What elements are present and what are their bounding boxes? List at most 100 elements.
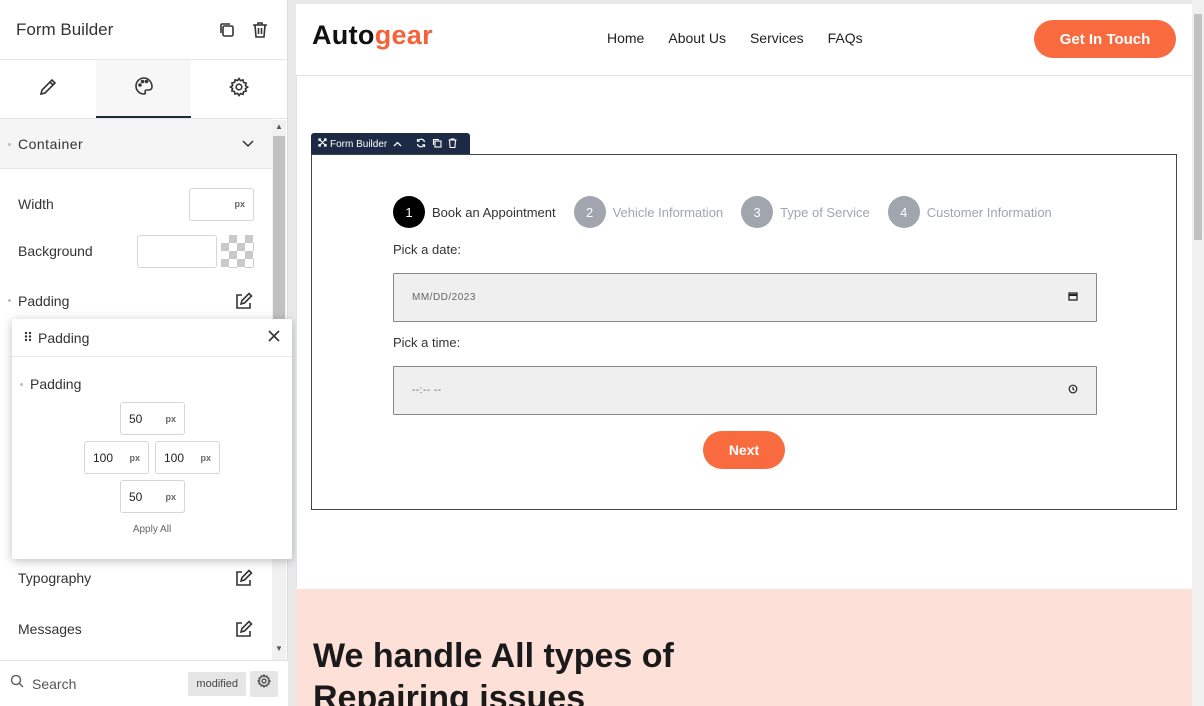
bullet-dot bbox=[8, 299, 11, 302]
padding-popup: Padding Padding 50 px 100 px 100 px 50 p… bbox=[12, 319, 292, 559]
form-builder-widget[interactable]: 1 Book an Appointment 2 Vehicle Informat… bbox=[311, 154, 1177, 510]
logo-text-primary: Auto bbox=[312, 20, 375, 50]
padding-bottom-unit: px bbox=[165, 491, 176, 502]
preview-scroll-thumb[interactable] bbox=[1194, 14, 1202, 240]
padding-right-value: 100 bbox=[164, 450, 185, 465]
close-icon[interactable] bbox=[268, 329, 280, 347]
scroll-down-arrow[interactable]: ▼ bbox=[275, 644, 283, 653]
nav-services[interactable]: Services bbox=[750, 30, 804, 46]
preview-scrollbar[interactable] bbox=[1192, 0, 1204, 706]
step-label: Type of Service bbox=[780, 204, 870, 220]
step-number: 1 bbox=[393, 196, 425, 228]
step-number: 3 bbox=[741, 196, 774, 228]
gear-icon bbox=[256, 673, 272, 693]
clock-icon[interactable] bbox=[1068, 384, 1078, 397]
chevron-down-icon bbox=[242, 135, 254, 153]
pencil-icon bbox=[38, 77, 58, 102]
date-value: MM/DD/2023 bbox=[412, 292, 476, 303]
site-logo[interactable]: Autogear bbox=[312, 20, 433, 51]
widget-toolbar-label: Form Builder bbox=[330, 138, 388, 150]
tab-content[interactable] bbox=[0, 60, 96, 118]
chevron-up-icon[interactable] bbox=[393, 139, 402, 150]
padding-top-unit: px bbox=[165, 413, 176, 424]
footer-settings-button[interactable] bbox=[250, 670, 278, 697]
expand-icon[interactable] bbox=[318, 138, 327, 150]
nav-faqs[interactable]: FAQs bbox=[828, 30, 863, 46]
padding-right-input[interactable]: 100 px bbox=[155, 441, 220, 474]
background-row: Background bbox=[0, 234, 272, 268]
step-2[interactable]: 2 Vehicle Information bbox=[573, 196, 723, 228]
container-section-header[interactable]: Container bbox=[0, 119, 272, 169]
site-header: Autogear Home About Us Services FAQs Get… bbox=[296, 4, 1192, 76]
width-unit: px bbox=[234, 199, 245, 209]
date-label: Pick a date: bbox=[393, 242, 461, 257]
site-preview: Autogear Home About Us Services FAQs Get… bbox=[296, 4, 1192, 706]
time-input[interactable]: --:-- -- bbox=[393, 366, 1097, 415]
typography-label: Typography bbox=[18, 570, 92, 586]
popup-header[interactable]: Padding bbox=[12, 319, 292, 357]
section-label: Container bbox=[18, 135, 84, 152]
drag-handle-icon[interactable] bbox=[24, 329, 32, 347]
panel-footer: Search modified bbox=[0, 660, 288, 706]
step-label: Customer Information bbox=[926, 204, 1052, 220]
background-color-input[interactable] bbox=[137, 234, 217, 268]
bullet-dot bbox=[8, 143, 11, 146]
padding-left-input[interactable]: 100 px bbox=[84, 441, 149, 474]
date-input[interactable]: MM/DD/2023 bbox=[393, 273, 1097, 322]
padding-left-unit: px bbox=[129, 452, 140, 463]
edit-icon[interactable] bbox=[232, 567, 254, 589]
refresh-icon[interactable] bbox=[416, 138, 426, 151]
palette-icon bbox=[134, 76, 154, 101]
bullet-dot bbox=[20, 383, 23, 386]
gear-icon bbox=[229, 76, 250, 102]
panel-title: Form Builder bbox=[16, 19, 114, 39]
time-value: --:-- -- bbox=[412, 385, 442, 396]
widget-toolbar[interactable]: Form Builder bbox=[311, 133, 470, 155]
tab-style[interactable] bbox=[95, 60, 192, 118]
tab-advanced[interactable] bbox=[191, 60, 287, 118]
step-number: 4 bbox=[887, 196, 920, 228]
scroll-thumb[interactable] bbox=[273, 136, 285, 340]
edit-icon[interactable] bbox=[232, 290, 254, 312]
messages-label: Messages bbox=[18, 621, 82, 637]
trash-icon[interactable] bbox=[448, 137, 457, 151]
scroll-up-arrow[interactable]: ▲ bbox=[275, 122, 283, 131]
modified-badge[interactable]: modified bbox=[188, 671, 246, 696]
get-in-touch-button[interactable]: Get In Touch bbox=[1034, 20, 1176, 58]
width-input[interactable]: px bbox=[189, 187, 254, 221]
nav-about-us[interactable]: About Us bbox=[668, 30, 726, 46]
padding-bottom-value: 50 bbox=[129, 489, 143, 504]
padding-top-value: 50 bbox=[129, 411, 143, 426]
search-input[interactable]: Search bbox=[32, 676, 188, 692]
search-icon bbox=[10, 674, 24, 693]
nav-home[interactable]: Home bbox=[607, 30, 644, 46]
apply-all-button[interactable]: Apply All bbox=[12, 524, 292, 535]
transparency-swatch[interactable] bbox=[221, 234, 254, 268]
step-3[interactable]: 3 Type of Service bbox=[741, 196, 870, 228]
trash-icon[interactable] bbox=[249, 19, 271, 41]
background-label: Background bbox=[18, 243, 93, 259]
edit-icon[interactable] bbox=[232, 618, 254, 640]
calendar-icon[interactable] bbox=[1068, 291, 1078, 304]
padding-left-value: 100 bbox=[93, 450, 114, 465]
messages-row: Messages bbox=[0, 617, 272, 641]
padding-label: Padding bbox=[18, 293, 70, 309]
next-button[interactable]: Next bbox=[703, 431, 785, 469]
padding-bottom-input[interactable]: 50 px bbox=[120, 480, 185, 513]
logo-text-accent: gear bbox=[374, 20, 433, 50]
width-row: Width px bbox=[0, 187, 272, 221]
padding-right-unit: px bbox=[200, 452, 211, 463]
duplicate-icon[interactable] bbox=[216, 19, 238, 41]
width-label: Width bbox=[18, 196, 54, 212]
step-4[interactable]: 4 Customer Information bbox=[887, 196, 1052, 228]
time-label: Pick a time: bbox=[393, 335, 461, 350]
section-border bbox=[296, 76, 297, 588]
typography-row: Typography bbox=[0, 566, 272, 590]
step-indicator: 1 Book an Appointment 2 Vehicle Informat… bbox=[393, 196, 1070, 228]
popup-title: Padding bbox=[38, 329, 90, 346]
padding-top-input[interactable]: 50 px bbox=[120, 402, 185, 435]
duplicate-icon[interactable] bbox=[432, 138, 442, 151]
step-1[interactable]: 1 Book an Appointment bbox=[393, 196, 556, 228]
step-label: Book an Appointment bbox=[432, 204, 556, 220]
step-number: 2 bbox=[573, 196, 606, 228]
